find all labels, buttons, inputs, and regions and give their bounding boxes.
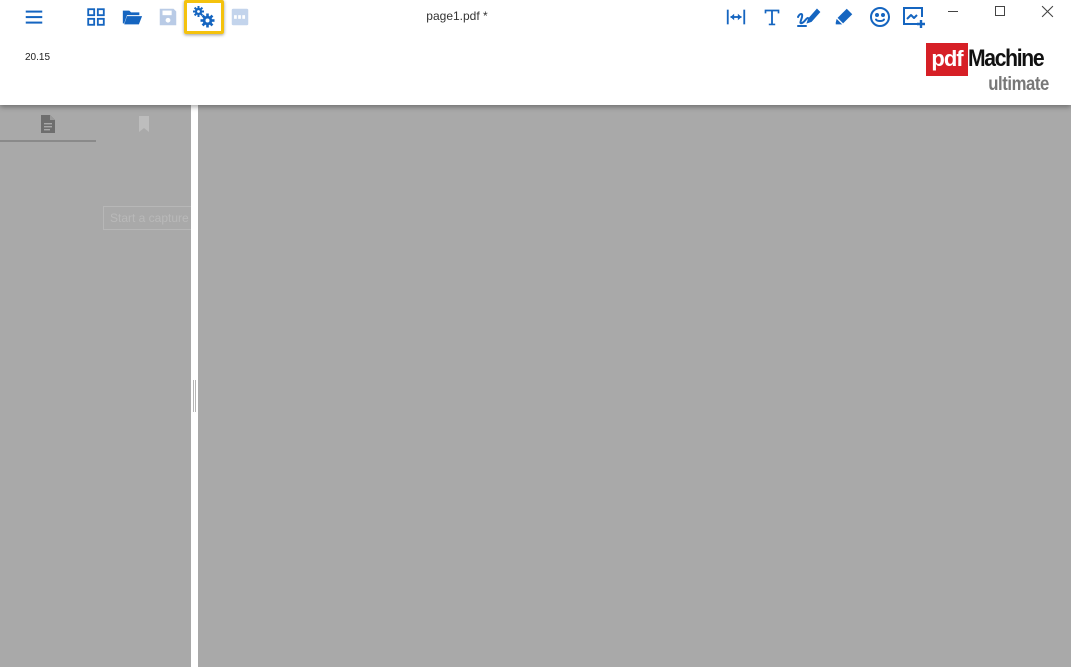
page-icon: [41, 114, 55, 133]
logo-edition-text: ultimate: [988, 74, 1049, 95]
version-label: 20.15: [25, 52, 51, 63]
add-image-icon[interactable]: [900, 3, 928, 31]
logo-pdf-text: pdf: [926, 43, 968, 76]
sidebar-panel: Start a capture: [0, 105, 191, 667]
splitter-grip-icon[interactable]: [193, 380, 196, 412]
top-toolbar: page1.pdf * 20.15 pdf Machine ultimate: [0, 0, 1071, 105]
document-title: page1.pdf *: [426, 9, 488, 23]
pdfmachine-logo: pdf Machine ultimate: [926, 43, 1051, 99]
active-tab-indicator: [0, 140, 96, 142]
maximize-icon[interactable]: [977, 0, 1023, 22]
hamburger-menu-icon[interactable]: [20, 3, 48, 31]
signature-icon[interactable]: [794, 3, 822, 31]
bookmark-icon: [139, 115, 149, 132]
minimize-icon[interactable]: [930, 0, 976, 22]
open-folder-icon[interactable]: [118, 3, 146, 31]
fit-width-icon[interactable]: [722, 3, 750, 31]
pdf-export-icon[interactable]: [226, 3, 254, 31]
capture-input[interactable]: Start a capture: [103, 206, 191, 230]
emoji-icon[interactable]: [866, 3, 894, 31]
settings-icon[interactable]: [190, 3, 218, 31]
text-icon[interactable]: [758, 3, 786, 31]
save-icon[interactable]: [154, 3, 182, 31]
close-icon[interactable]: [1024, 0, 1070, 22]
highlighter-icon[interactable]: [830, 3, 858, 31]
apps-grid-icon[interactable]: [82, 3, 110, 31]
document-canvas[interactable]: [198, 105, 1071, 667]
logo-machine-text: Machine: [968, 45, 1045, 72]
pages-tab[interactable]: [0, 105, 96, 142]
bookmarks-tab[interactable]: [96, 105, 192, 142]
